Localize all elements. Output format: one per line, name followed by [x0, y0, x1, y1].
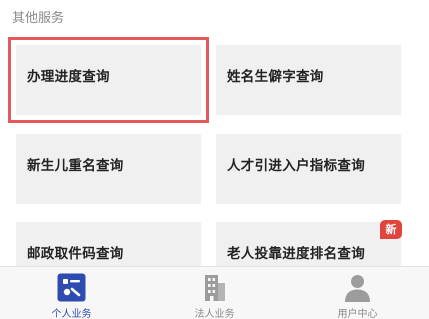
tab-label: 个人业务	[51, 309, 92, 319]
user-icon	[345, 275, 370, 302]
building-icon	[205, 275, 225, 301]
tab-label: 法人业务	[194, 309, 235, 319]
service-card-label: 老人投靠进度排名查询	[227, 246, 365, 262]
page: 其他服务 办理进度查询 姓名生僻字查询 新生儿重名查询 人才引进入户指标查询 邮…	[0, 0, 429, 319]
tab-label: 用户中心	[337, 309, 378, 319]
service-card-label: 邮政取件码查询	[27, 246, 124, 262]
bottom-tab-bar: 个人业务 法人业务 用户中心	[0, 266, 429, 319]
service-card-talent-quota-query[interactable]: 人才引进入户指标查询	[216, 134, 401, 204]
service-card-label: 姓名生僻字查询	[227, 69, 324, 85]
service-card-newborn-name-query[interactable]: 新生儿重名查询	[16, 134, 201, 204]
section-title: 其他服务	[12, 11, 65, 26]
new-badge: 新	[380, 220, 402, 239]
service-card-progress-query[interactable]: 办理进度查询	[8, 37, 209, 123]
service-card-rare-char-query[interactable]: 姓名生僻字查询	[216, 45, 401, 115]
service-card-label: 新生儿重名查询	[27, 158, 124, 174]
tab-personal-business[interactable]: 个人业务	[0, 267, 143, 319]
tab-user-center[interactable]: 用户中心	[286, 267, 429, 319]
tab-corporate-business[interactable]: 法人业务	[143, 267, 286, 319]
service-card-label: 办理进度查询	[27, 69, 110, 85]
personal-card-icon	[57, 273, 86, 302]
service-card-label: 人才引进入户指标查询	[227, 158, 365, 174]
